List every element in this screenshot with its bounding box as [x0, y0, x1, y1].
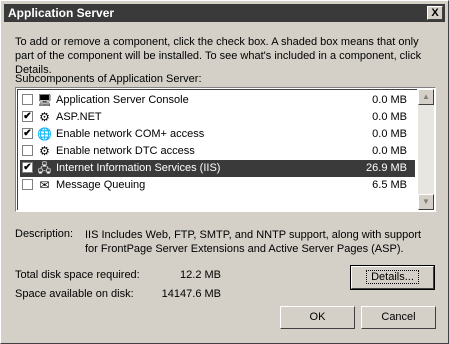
item-name: Enable network DTC access	[56, 145, 195, 157]
checkbox[interactable]: ✔	[22, 111, 33, 122]
item-size: 0.0 MB	[372, 145, 407, 157]
window-title: Application Server	[8, 6, 115, 20]
checkbox[interactable]	[22, 94, 33, 105]
cancel-button[interactable]: Cancel	[361, 306, 436, 329]
item-size: 26.9 MB	[366, 162, 407, 174]
complus-icon: 🌐	[37, 127, 52, 141]
item-size: 0.0 MB	[372, 128, 407, 140]
scroll-down-button[interactable]: ▼	[418, 194, 434, 210]
subcomponents-label: Subcomponents of Application Server:	[15, 73, 202, 85]
dtc-icon: ⚙	[39, 144, 50, 158]
checkbox[interactable]: ✔	[22, 162, 33, 173]
checkbox[interactable]	[22, 145, 33, 156]
details-button[interactable]: Details...	[350, 265, 435, 290]
details-button-label: Details...	[366, 270, 419, 284]
list-item-application-server-console[interactable]: 🖥 Application Server Console 0.0 MB	[20, 92, 415, 109]
list-item-iis[interactable]: ✔ 🖧 Internet Information Services (IIS) …	[20, 160, 415, 177]
title-bar[interactable]: Application Server X	[4, 4, 445, 22]
item-name: Internet Information Services (IIS)	[56, 162, 221, 174]
item-name: Application Server Console	[56, 94, 189, 106]
aspnet-icon: ⚙	[39, 110, 50, 124]
description-label: Description:	[15, 228, 74, 240]
space-available-label: Space available on disk:	[15, 288, 134, 300]
ok-button[interactable]: OK	[280, 306, 355, 329]
list-inner: 🖥 Application Server Console 0.0 MB ✔ ⚙ …	[17, 89, 417, 210]
console-icon: 🖥	[37, 93, 53, 107]
checkbox[interactable]	[22, 179, 33, 190]
scroll-up-button[interactable]: ▲	[418, 89, 434, 105]
item-name: Enable network COM+ access	[56, 128, 205, 140]
description-text: IIS Includes Web, FTP, SMTP, and NNTP su…	[85, 229, 422, 255]
close-button[interactable]: X	[427, 6, 443, 20]
list-item-enable-network-dtc[interactable]: ⚙ Enable network DTC access 0.0 MB	[20, 143, 415, 160]
total-disk-space-label: Total disk space required:	[15, 269, 140, 281]
list-item-enable-network-complus[interactable]: ✔ 🌐 Enable network COM+ access 0.0 MB	[20, 126, 415, 143]
list-item-aspnet[interactable]: ✔ ⚙ ASP.NET 0.0 MB	[20, 109, 415, 126]
item-name: ASP.NET	[56, 111, 102, 123]
item-size: 0.0 MB	[372, 111, 407, 123]
item-size: 0.0 MB	[372, 94, 407, 106]
total-disk-space-value: 12.2 MB	[180, 269, 221, 281]
subcomponents-list[interactable]: 🖥 Application Server Console 0.0 MB ✔ ⚙ …	[15, 87, 436, 212]
item-size: 6.5 MB	[372, 179, 407, 191]
item-name: Message Queuing	[56, 179, 146, 191]
vertical-scrollbar[interactable]: ▲ ▼	[418, 89, 434, 210]
instructions-text: To add or remove a component, click the …	[15, 36, 422, 76]
list-item-message-queuing[interactable]: ✉ Message Queuing 6.5 MB	[20, 177, 415, 194]
message-queuing-icon: ✉	[39, 178, 50, 192]
iis-icon: 🖧	[37, 161, 52, 175]
checkbox[interactable]: ✔	[22, 128, 33, 139]
space-available-value: 14147.6 MB	[161, 288, 221, 300]
application-server-dialog: Application Server X To add or remove a …	[0, 0, 449, 344]
